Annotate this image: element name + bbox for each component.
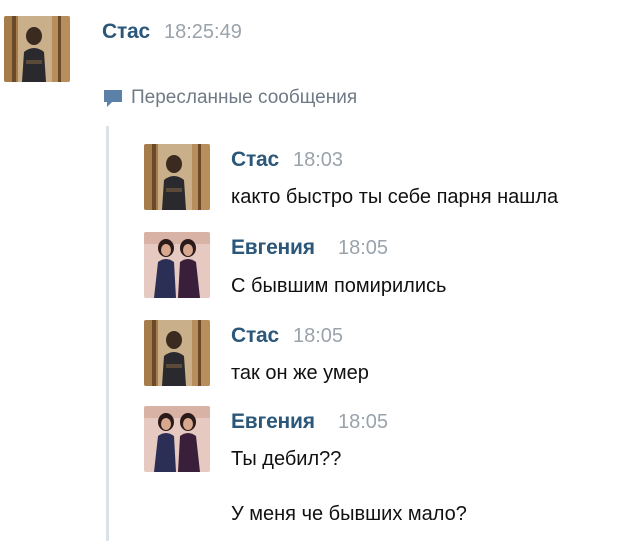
forwarded-messages-label: Пересланные сообщения <box>102 86 357 110</box>
forwarded-message: Стас 18:03 както быстро ты себе парня на… <box>144 144 614 214</box>
user-avatar-evgeniya-icon <box>144 232 210 298</box>
avatar[interactable] <box>144 232 210 298</box>
forwarded-message: Евгения 18:05 Ты дебил?? У меня че бывши… <box>144 406 614 536</box>
forwarded-messages-text: Пересланные сообщения <box>131 87 358 108</box>
message-author[interactable]: Стас <box>231 148 279 172</box>
forwarded-message: Евгения 18:05 С бывшим помирились <box>144 232 614 302</box>
avatar[interactable] <box>144 320 210 386</box>
message-text: Ты дебил?? <box>231 448 342 470</box>
user-avatar-evgeniya-icon <box>144 406 210 472</box>
message-item: Стас 18:25:49 Пересланные сообщения <box>0 0 620 120</box>
forwarded-message: Стас 18:05 так он же умер <box>144 320 614 390</box>
message-text: С бывшим помирились <box>231 275 447 297</box>
user-avatar-stas-icon <box>144 320 210 386</box>
message-time: 18:03 <box>293 149 344 171</box>
message-author[interactable]: Евгения <box>231 236 315 260</box>
speech-bubble-icon <box>104 90 122 107</box>
message-time: 18:05 <box>338 237 389 259</box>
user-avatar-stas-icon <box>4 16 70 82</box>
message-time: 18:05 <box>338 411 389 433</box>
message-text: както быстро ты себе парня нашла <box>231 186 559 208</box>
message-author[interactable]: Евгения <box>231 410 315 434</box>
message-author[interactable]: Стас <box>231 324 279 348</box>
message-author[interactable]: Стас <box>102 20 150 44</box>
message-text: так он же умер <box>231 362 369 384</box>
avatar[interactable] <box>144 144 210 210</box>
message-time: 18:05 <box>293 325 344 347</box>
avatar[interactable] <box>144 406 210 472</box>
forwarded-messages-block: Стас 18:03 както быстро ты себе парня на… <box>106 126 620 541</box>
message-text: У меня че бывших мало? <box>231 503 467 525</box>
message-time[interactable]: 18:25:49 <box>164 21 242 44</box>
avatar[interactable] <box>4 16 70 82</box>
forwarded-bar <box>106 126 109 541</box>
user-avatar-stas-icon <box>144 144 210 210</box>
